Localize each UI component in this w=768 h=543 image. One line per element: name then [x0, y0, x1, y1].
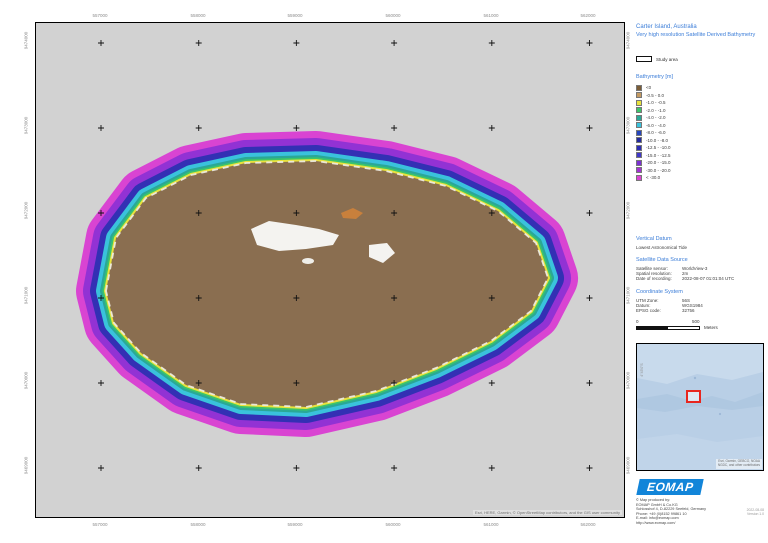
bathymetry-legend: <0 -0.5 - 0.0 -1.0 - -0.5 -2.0 - -1.0 -4… [636, 84, 671, 182]
coordinate-system-rows: UTM Zone: 56S Datum: WGS1984 EPSG code: 327… [636, 298, 764, 313]
legend-swatch [636, 129, 642, 136]
graticule-markers [36, 23, 624, 517]
axis-tick-label: 9473000 [23, 116, 29, 135]
map-sheet: Esri, HERE, Garmin, © OpenStreetMap cont… [0, 0, 768, 543]
legend-label: -2.0 - -1.0 [646, 107, 666, 113]
legend-swatch [636, 152, 642, 159]
legend-row: -30.0 - -20.0 [636, 167, 671, 175]
legend-label: -1.0 - -0.5 [646, 100, 666, 106]
overview-lat-label: 4°45'0"S [640, 363, 644, 377]
axis-tick-label: 557000 [92, 13, 108, 18]
study-area-label: Study area [656, 56, 678, 62]
legend-row: -0.5 - 0.0 [636, 92, 671, 100]
legend-label: -10.0 - -8.0 [646, 137, 669, 143]
legend-swatch [636, 99, 642, 106]
legend-swatch [636, 174, 642, 181]
info-value: 32756 [682, 308, 695, 313]
axis-tick-label: 559000 [287, 522, 303, 527]
legend-row: < -30.0 [636, 174, 671, 182]
vertical-datum-value: Lowest Astronomical Tide [636, 245, 688, 250]
map-subtitle: Very high resolution Satellite Derived B… [636, 32, 756, 38]
axis-tick-label: 562000 [580, 522, 596, 527]
legend-label: -12.5 - -10.0 [646, 145, 671, 151]
axis-tick-label: 9472000 [625, 201, 631, 220]
vertical-datum-heading: Vertical Datum [636, 236, 672, 242]
legend-swatch [636, 144, 642, 151]
axis-tick-label: 558000 [190, 522, 206, 527]
legend-row: -12.5 - -10.0 [636, 144, 671, 152]
legend-row: -15.0 - -12.5 [636, 152, 671, 160]
legend-label: -6.0 - -4.0 [646, 122, 666, 128]
axis-tick-label: 561000 [483, 522, 499, 527]
legend-swatch [636, 167, 642, 174]
legend-row: -2.0 - -1.0 [636, 107, 671, 115]
map-title: Carter Island, Australia [636, 24, 697, 30]
overview-attribution: Esri, Garmin, GEBCO, NOAA NGDC, and othe… [715, 459, 762, 469]
main-map[interactable]: Esri, HERE, Garmin, © OpenStreetMap cont… [35, 22, 625, 518]
legend-row: <0 [636, 84, 671, 92]
axis-tick-label: 9474000 [23, 31, 29, 50]
scalebar-start: 0 [636, 319, 639, 324]
axis-tick-label: 560000 [385, 522, 401, 527]
legend-swatch [636, 122, 642, 129]
eomap-logo-text: EOMAP [645, 480, 695, 494]
legend-swatch [636, 92, 642, 99]
axis-tick-label: 558000 [190, 13, 206, 18]
axis-tick-label: 9469000 [23, 456, 29, 475]
scalebar-end: 500 [692, 319, 700, 324]
legend-swatch [636, 159, 642, 166]
scalebar [636, 326, 700, 330]
producer-website-link[interactable]: http://www.eomap.com/ [636, 521, 706, 526]
overview-basemap [637, 344, 763, 470]
axis-tick-label: 557000 [92, 522, 108, 527]
legend-label: -8.0 - -6.0 [646, 130, 666, 136]
legend-label: -20.0 - -15.0 [646, 160, 671, 166]
data-source-rows: Satellite sensor: WorldView-3 Spatial res… [636, 266, 764, 281]
legend-label: -30.0 - -20.0 [646, 167, 671, 173]
legend-swatch [636, 107, 642, 114]
axis-tick-label: 9474000 [625, 31, 631, 50]
axis-tick-label: 562000 [580, 13, 596, 18]
axis-tick-label: 9472000 [23, 201, 29, 220]
info-label: Date of recording: [636, 276, 672, 281]
axis-tick-label: 560000 [385, 13, 401, 18]
axis-tick-label: 9470000 [23, 371, 29, 390]
legend-swatch [636, 84, 642, 91]
study-area-symbol [636, 56, 652, 62]
axis-tick-label: 9469000 [625, 456, 631, 475]
legend-row: -10.0 - -8.0 [636, 137, 671, 145]
legend-swatch [636, 114, 642, 121]
axis-tick-label: 9471000 [625, 286, 631, 305]
extent-indicator [686, 390, 701, 403]
legend-row: -1.0 - -0.5 [636, 99, 671, 107]
axis-tick-label: 9470000 [625, 371, 631, 390]
info-label: EPSG code: [636, 308, 661, 313]
axis-tick-label: 9473000 [625, 116, 631, 135]
coordinate-system-heading: Coordinate System [636, 289, 683, 295]
data-source-heading: Satellite Data Source [636, 257, 688, 263]
legend-swatch [636, 137, 642, 144]
axis-tick-label: 9471000 [23, 286, 29, 305]
legend-row: -20.0 - -15.0 [636, 159, 671, 167]
legend-label: -0.5 - 0.0 [646, 92, 665, 98]
legend-label: -4.0 - -2.0 [646, 115, 666, 121]
legend-row: -8.0 - -6.0 [636, 129, 671, 137]
legend-label: <0 [646, 85, 652, 91]
eomap-logo: EOMAP [636, 479, 704, 495]
legend-label: -15.0 - -12.5 [646, 152, 671, 158]
overview-map[interactable]: Esri, Garmin, GEBCO, NOAA NGDC, and othe… [636, 343, 764, 471]
info-value: 2022-08-07 01:01:04 UTC [682, 276, 735, 281]
legend-title: Bathymetry [m] [636, 74, 673, 80]
legend-row: -6.0 - -4.0 [636, 122, 671, 130]
legend-label: < -30.0 [646, 175, 661, 181]
bathymetry-island-graphic [36, 23, 624, 517]
axis-tick-label: 559000 [287, 13, 303, 18]
study-area-legend: Study area [636, 56, 678, 62]
basemap-attribution: Esri, HERE, Garmin, © OpenStreetMap cont… [472, 510, 622, 515]
scalebar-unit: Meters [704, 325, 718, 330]
producer-address: © Map produced by: EOMAP GmbH & Co.KG Sc… [636, 498, 706, 526]
legend-row: -4.0 - -2.0 [636, 114, 671, 122]
axis-tick-label: 561000 [483, 13, 499, 18]
version-info: 2022-08-08 Version 1.0 [746, 508, 764, 517]
